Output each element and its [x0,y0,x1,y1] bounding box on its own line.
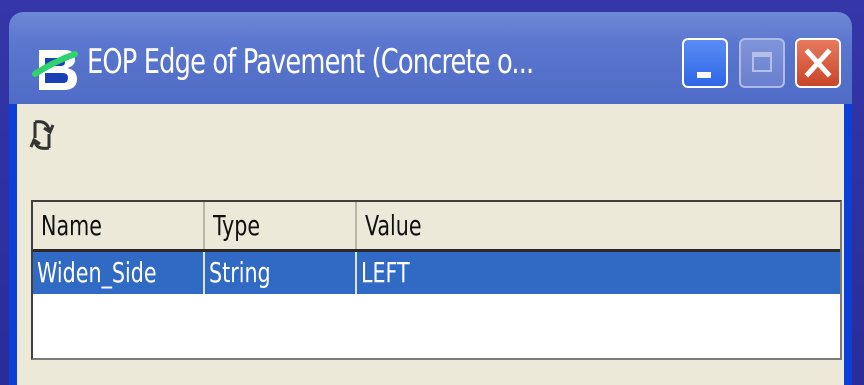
title-bar[interactable]: EOP Edge of Pavement (Concrete o... [9,12,852,104]
cell-value[interactable]: LEFT [357,252,840,294]
properties-grid[interactable]: Name Type Value Widen_Side String LEFT [31,200,842,360]
maximize-icon [752,52,772,72]
refresh-icon [29,120,55,150]
minimize-icon [697,72,711,78]
refresh-button[interactable] [25,116,59,156]
bentley-b-icon [32,50,78,90]
column-header-value[interactable]: Value [357,202,840,249]
minimize-button[interactable] [682,38,728,88]
table-row[interactable]: Widen_Side String LEFT [33,252,840,294]
cell-name[interactable]: Widen_Side [33,252,205,294]
close-button[interactable] [795,38,841,88]
maximize-button[interactable] [739,38,785,88]
close-icon [804,48,832,78]
dialog-body: Name Type Value Widen_Side String LEFT [17,104,844,385]
feature-properties-window: EOP Edge of Pavement (Concrete o... Name… [9,12,852,385]
window-title: EOP Edge of Pavement (Concrete o... [87,42,534,82]
cell-type[interactable]: String [205,252,357,294]
column-header-type[interactable]: Type [205,202,357,249]
column-header-name[interactable]: Name [33,202,205,249]
grid-header: Name Type Value [33,202,840,252]
